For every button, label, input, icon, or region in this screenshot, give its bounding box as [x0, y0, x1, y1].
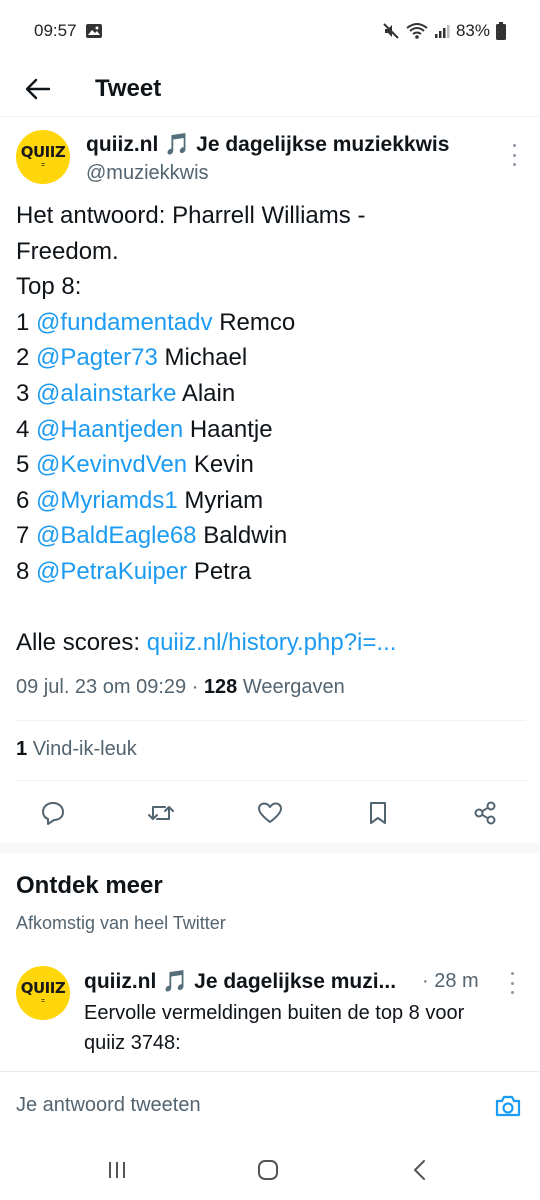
- status-left: 09:57: [34, 21, 103, 41]
- avatar-logo-text: QUIIZ: [20, 143, 66, 161]
- likes-count: 1: [16, 738, 28, 760]
- ranking-item: 1 @fundamentadv Remco: [16, 305, 526, 341]
- avatar[interactable]: QUIIZ =: [16, 130, 70, 184]
- likes-label: Vind-ik-leuk: [32, 738, 137, 760]
- rec-time: · 28 m: [422, 970, 479, 992]
- scores-line: Alle scores: quiiz.nl/history.php?i=...: [16, 625, 526, 661]
- ranking-item: 4 @Haantjeden Haantje: [16, 412, 526, 448]
- ranking-name: Baldwin: [203, 522, 288, 550]
- recent-apps-icon[interactable]: [97, 1155, 137, 1185]
- reply-input[interactable]: Je antwoord tweeten: [16, 1094, 201, 1117]
- ranking-name: Petra: [193, 557, 252, 585]
- likes-divider: [16, 780, 526, 781]
- top-label: Top 8:: [16, 273, 82, 301]
- discover-subtitle: Afkomstig van heel Twitter: [16, 913, 226, 933]
- back-arrow-icon: [25, 78, 51, 100]
- ranking-position: 1: [16, 308, 30, 336]
- ranking-position: 3: [16, 379, 30, 407]
- ranking-name: Michael: [164, 344, 248, 372]
- signal-icon: [434, 23, 450, 39]
- status-right: 83%: [382, 21, 506, 41]
- ranking-name: Kevin: [193, 451, 254, 479]
- rec-more-options-icon[interactable]: [506, 972, 518, 994]
- mention-link[interactable]: @Myriamds1: [36, 487, 178, 514]
- status-bar: 09:57 83%: [0, 0, 540, 62]
- battery-percent: 83%: [455, 21, 490, 40]
- views-count: 128: [203, 676, 238, 698]
- ranking-position: 6: [16, 486, 30, 514]
- tweet-date[interactable]: 09 jul. 23 om 09:29: [16, 676, 186, 698]
- ranking-item: 8 @PetraKuiper Petra: [16, 554, 526, 590]
- tweet-actions: [0, 790, 540, 834]
- scores-link[interactable]: quiiz.nl/history.php?i=...: [147, 629, 397, 656]
- discover-title: Ontdek meer: [16, 872, 163, 899]
- mute-icon: [382, 22, 400, 40]
- tweet-intro-line-2: Freedom.: [16, 237, 119, 265]
- ranking-list: 1 @fundamentadv Remco 2 @Pagter73 Michael…: [16, 305, 526, 590]
- rec-text: Eervolle vermeldingen buiten de top 8 vo…: [84, 1002, 465, 1054]
- retweet-icon[interactable]: [146, 798, 176, 828]
- bookmark-icon[interactable]: [363, 798, 393, 828]
- image-icon: [85, 23, 103, 39]
- top-app-bar: Tweet: [0, 62, 540, 116]
- ranking-position: 4: [16, 415, 30, 443]
- reply-bar: Je antwoord tweeten: [0, 1071, 540, 1131]
- home-icon[interactable]: [248, 1155, 288, 1185]
- mention-link[interactable]: @BaldEagle68: [36, 522, 196, 549]
- tweet-text: Het antwoord: Pharrell Williams - Freedo…: [16, 198, 526, 661]
- ranking-item: 5 @KevinvdVen Kevin: [16, 447, 526, 483]
- status-time: 09:57: [34, 21, 77, 40]
- tweet-meta: 09 jul. 23 om 09:29 · 128 Weergaven: [16, 676, 345, 699]
- mention-link[interactable]: @Pagter73: [36, 344, 158, 371]
- share-icon[interactable]: [470, 798, 500, 828]
- tweet-author: QUIIZ = quiiz.nl 🎵 Je dagelijkse muziekk…: [16, 130, 526, 190]
- camera-icon[interactable]: [492, 1090, 524, 1122]
- views-label: Weergaven: [242, 676, 345, 698]
- more-options-icon[interactable]: [508, 144, 520, 166]
- section-gap: [0, 843, 540, 853]
- mention-link[interactable]: @Haantjeden: [36, 416, 183, 443]
- tweet-intro-line-1: Het antwoord: Pharrell Williams -: [16, 202, 366, 229]
- mention-link[interactable]: @PetraKuiper: [36, 558, 187, 585]
- ranking-position: 2: [16, 344, 30, 372]
- ranking-position: 7: [16, 522, 30, 550]
- recommended-tweet[interactable]: QUIIZ = quiiz.nl 🎵 Je dagelijkse muzi...…: [16, 962, 526, 1072]
- ranking-name: Alain: [181, 379, 236, 407]
- avatar-logo-mark: =: [40, 162, 46, 169]
- mention-link[interactable]: @alainstarke: [36, 380, 176, 407]
- ranking-item: 7 @BaldEagle68 Baldwin: [16, 518, 526, 554]
- like-icon[interactable]: [255, 798, 285, 828]
- ranking-name: Myriam: [184, 486, 264, 514]
- ranking-position: 8: [16, 557, 30, 585]
- rec-author-name[interactable]: quiiz.nl 🎵 Je dagelijkse muzi...: [84, 970, 396, 994]
- wifi-icon: [406, 22, 428, 40]
- ranking-item: 2 @Pagter73 Michael: [16, 340, 526, 376]
- scores-label: Alle scores:: [16, 629, 141, 657]
- header-divider: [0, 116, 540, 117]
- likes-row[interactable]: 1 Vind-ik-leuk: [16, 738, 137, 761]
- reply-icon[interactable]: [38, 798, 68, 828]
- mention-link[interactable]: @KevinvdVen: [36, 451, 187, 478]
- back-button[interactable]: [18, 69, 58, 109]
- mention-link[interactable]: @fundamentadv: [36, 309, 212, 336]
- battery-icon: [496, 22, 506, 40]
- page-title: Tweet: [95, 75, 162, 102]
- meta-divider: [16, 720, 526, 721]
- system-back-icon[interactable]: [400, 1155, 440, 1185]
- ranking-position: 5: [16, 451, 30, 479]
- author-handle[interactable]: @muziekkwis: [86, 162, 209, 185]
- meta-separator: ·: [191, 676, 199, 698]
- ranking-item: 6 @Myriamds1 Myriam: [16, 483, 526, 519]
- system-nav-bar: [0, 1131, 540, 1200]
- ranking-item: 3 @alainstarke Alain: [16, 376, 526, 412]
- rec-avatar-logo-mark: =: [40, 998, 46, 1005]
- ranking-name: Remco: [219, 308, 296, 336]
- ranking-name: Haantje: [189, 415, 273, 443]
- author-name[interactable]: quiiz.nl 🎵 Je dagelijkse muziekkwis: [86, 133, 449, 157]
- rec-avatar-logo-text: QUIIZ: [20, 979, 66, 997]
- rec-avatar[interactable]: QUIIZ =: [16, 966, 70, 1020]
